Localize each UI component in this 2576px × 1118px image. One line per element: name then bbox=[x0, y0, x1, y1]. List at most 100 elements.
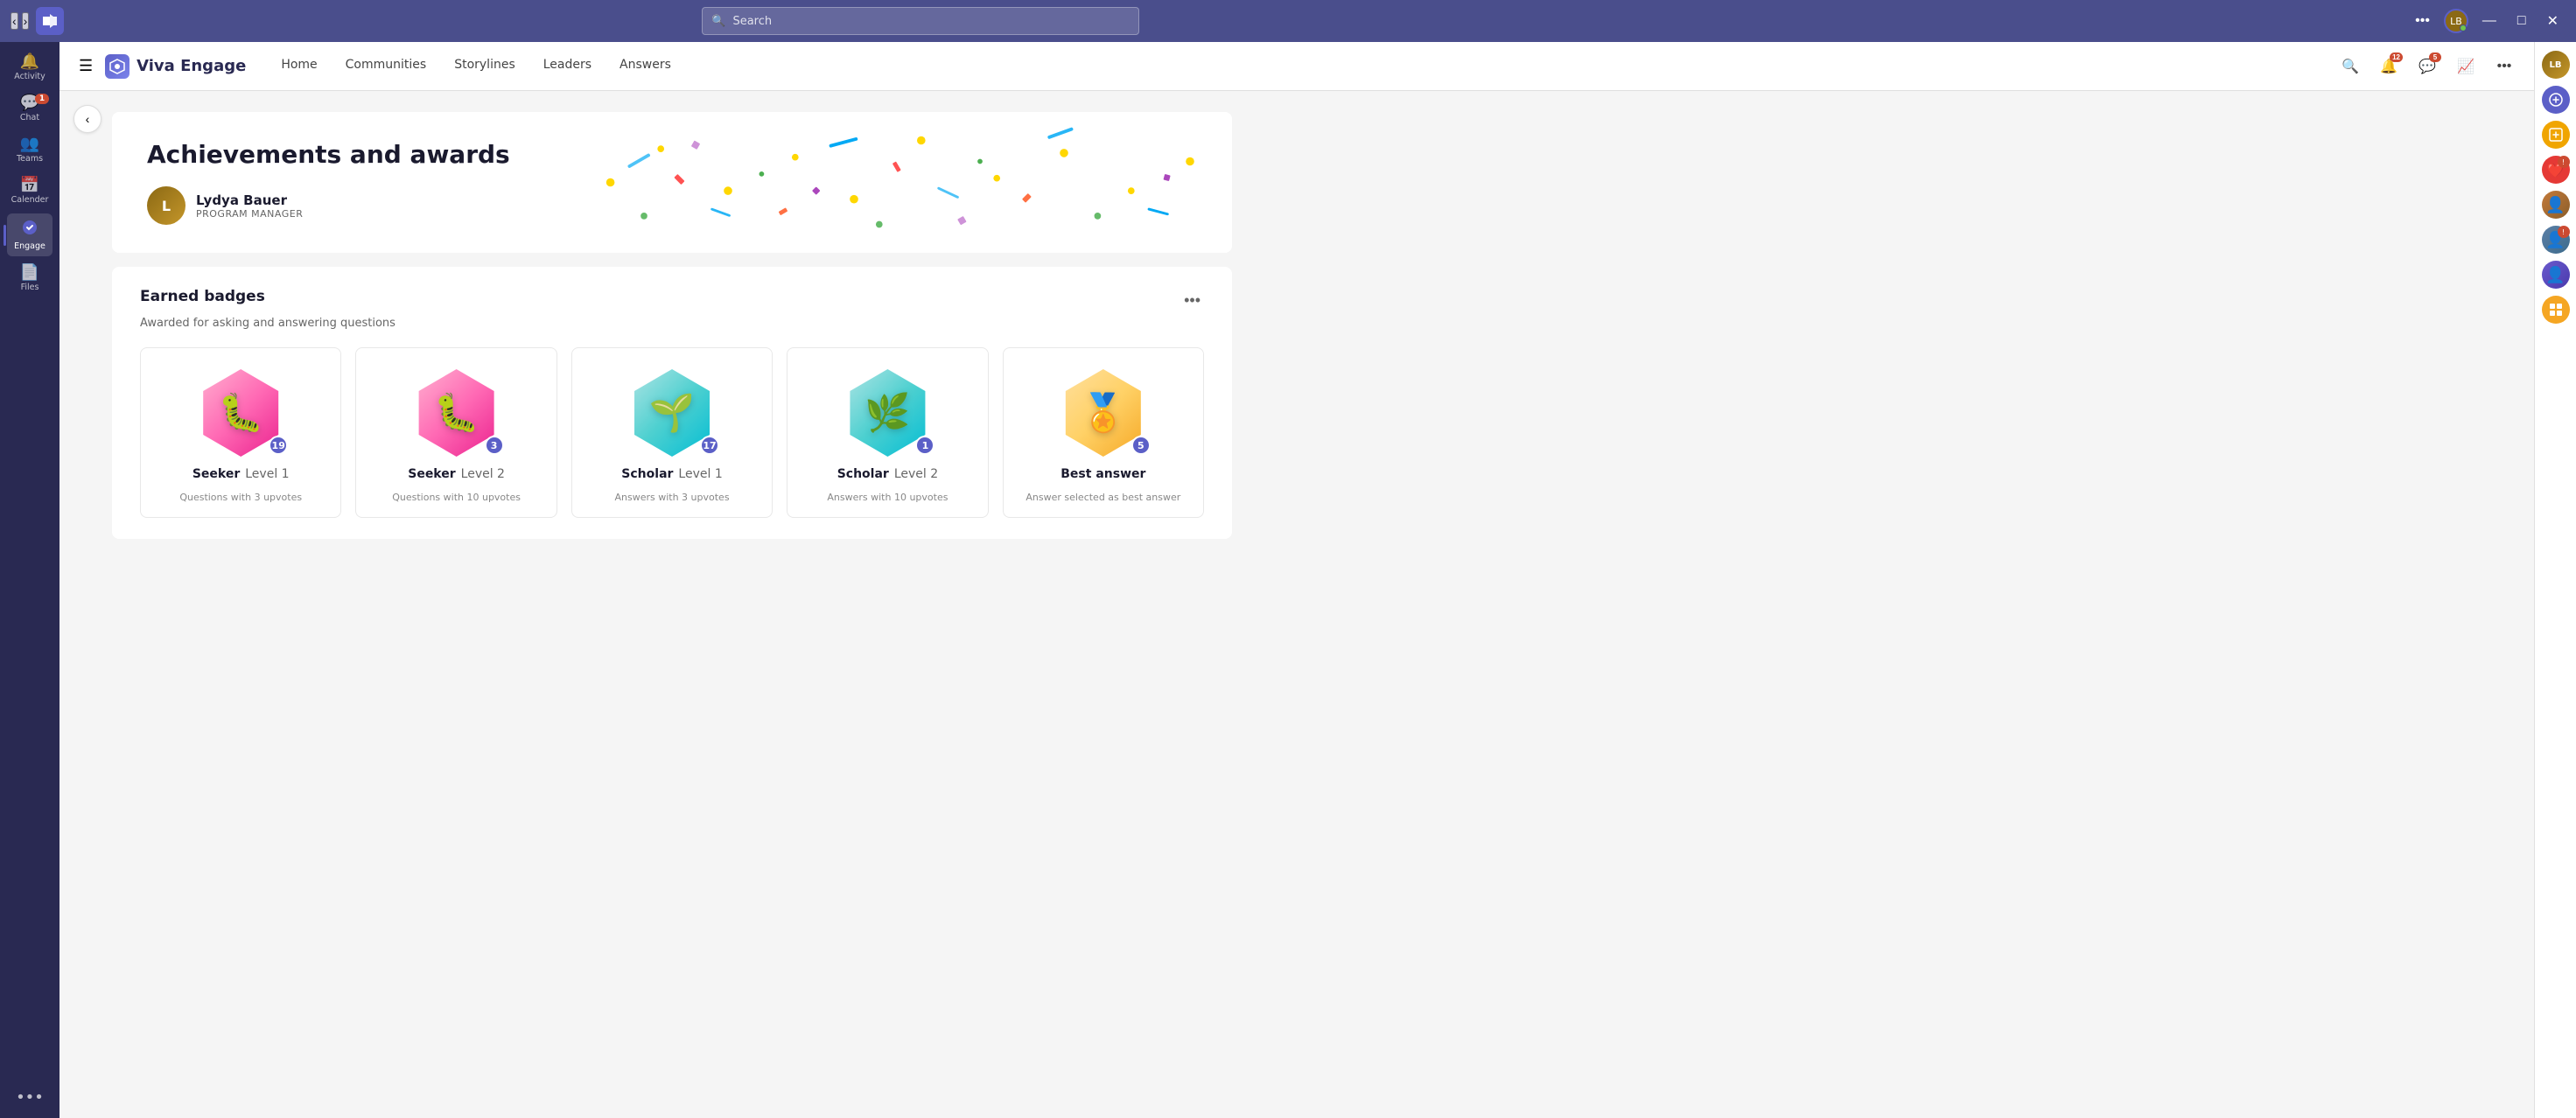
sidebar-more-button[interactable]: ••• bbox=[7, 1085, 52, 1111]
page-title: Achievements and awards bbox=[147, 140, 1197, 169]
badge-level-scholar-l1: Level 1 bbox=[678, 467, 722, 481]
right-panel-user4[interactable]: 👤 bbox=[2540, 259, 2572, 290]
user-info: L Lydya Bauer PROGRAM MANAGER bbox=[147, 186, 1197, 225]
nav-arrows: ‹ › bbox=[10, 12, 29, 30]
engage-hamburger-button[interactable]: ☰ bbox=[74, 52, 98, 80]
badges-more-button[interactable]: ••• bbox=[1180, 288, 1204, 313]
badge-icon-scholar-l2: 🌿 1 bbox=[844, 369, 931, 457]
rp-avatar-2 bbox=[2542, 86, 2570, 114]
user-avatar-titlebar[interactable]: LB bbox=[2444, 9, 2468, 33]
right-panel-user1[interactable]: LB bbox=[2540, 49, 2572, 80]
badge-name-best-answer: Best answer bbox=[1060, 467, 1145, 481]
user-job-title: PROGRAM MANAGER bbox=[196, 208, 303, 220]
badge-icon-seeker-l2: 🐛 3 bbox=[413, 369, 500, 457]
badge-card-scholar-l2: 🌿 1 Scholar Level 2 Answers with 10 upvo… bbox=[787, 347, 988, 518]
engage-notifications-button[interactable]: 🔔 12 bbox=[2373, 51, 2404, 82]
right-panel-user2[interactable]: 👤 bbox=[2540, 189, 2572, 220]
rp-badge-4: ! bbox=[2558, 156, 2570, 168]
right-panel-app1[interactable] bbox=[2540, 84, 2572, 115]
sidebar-item-activity[interactable]: 🔔 Activity bbox=[7, 49, 52, 87]
badge-card-seeker-l2: 🐛 3 Seeker Level 2 Questions with 10 upv… bbox=[355, 347, 556, 518]
badge-card-seeker-l1: 🐛 19 Seeker Level 1 Questions with 3 upv… bbox=[140, 347, 341, 518]
nav-item-communities[interactable]: Communities bbox=[332, 42, 441, 91]
engage-search-button[interactable]: 🔍 bbox=[2334, 51, 2366, 82]
nav-back-button[interactable]: ‹ bbox=[10, 12, 18, 30]
engage-nav: Home Communities Storylines Leaders Answ… bbox=[267, 42, 685, 91]
title-bar-search[interactable]: 🔍 Search bbox=[702, 7, 1139, 35]
engage-more-button[interactable]: ••• bbox=[2488, 51, 2520, 82]
badge-level-seeker-l1: Level 1 bbox=[245, 467, 289, 481]
close-button[interactable]: ✕ bbox=[2540, 9, 2566, 33]
sidebar-item-calendar-label: Calender bbox=[11, 195, 49, 205]
title-bar-controls: ••• LB — □ ✕ bbox=[2408, 9, 2566, 33]
badge-desc-scholar-l2: Answers with 10 upvotes bbox=[827, 492, 948, 503]
user-name: Lydya Bauer bbox=[196, 192, 303, 208]
nav-item-home[interactable]: Home bbox=[267, 42, 331, 91]
badge-name-row-seeker-l1: Seeker Level 1 bbox=[192, 467, 290, 481]
sidebar-item-calendar[interactable]: 📅 Calender bbox=[7, 172, 52, 210]
engage-messages-button[interactable]: 💬 5 bbox=[2412, 51, 2443, 82]
rp-avatar-1: LB bbox=[2542, 51, 2570, 79]
badge-count-scholar-l1: 17 bbox=[700, 436, 719, 455]
engage-icon bbox=[21, 219, 38, 240]
messages-badge: 5 bbox=[2429, 52, 2441, 62]
badge-count-scholar-l2: 1 bbox=[915, 436, 934, 455]
teams-sidebar: 🔔 Activity 💬 Chat 1 👥 Teams 📅 Calender E… bbox=[0, 42, 60, 1118]
nav-item-leaders[interactable]: Leaders bbox=[529, 42, 606, 91]
engage-topnav: ☰ Viva Engage Home Communities Storyline… bbox=[60, 42, 2534, 91]
section-title-area: Earned badges bbox=[140, 288, 265, 305]
rp-avatar-3 bbox=[2542, 121, 2570, 149]
calendar-icon: 📅 bbox=[20, 178, 39, 193]
search-icon: 🔍 bbox=[711, 15, 725, 28]
more-options-button[interactable]: ••• bbox=[2408, 10, 2437, 32]
user-avatar: L bbox=[147, 186, 186, 225]
sidebar-item-files[interactable]: 📄 Files bbox=[7, 260, 52, 297]
section-title: Earned badges bbox=[140, 288, 265, 305]
files-icon: 📄 bbox=[20, 265, 39, 281]
badges-grid: 🐛 19 Seeker Level 1 Questions with 3 upv… bbox=[140, 347, 1204, 518]
teams-icon: 👥 bbox=[20, 136, 39, 152]
badge-level-seeker-l2: Level 2 bbox=[461, 467, 505, 481]
section-header: Earned badges ••• bbox=[140, 288, 1204, 313]
right-panel-app4[interactable] bbox=[2540, 294, 2572, 325]
engage-logo-icon bbox=[105, 54, 130, 79]
badge-count-seeker-l2: 3 bbox=[485, 436, 504, 455]
confetti-svg bbox=[560, 112, 1232, 253]
sidebar-item-teams[interactable]: 👥 Teams bbox=[7, 131, 52, 169]
badges-section: Earned badges ••• Awarded for asking and… bbox=[112, 267, 1232, 539]
nav-item-storylines[interactable]: Storylines bbox=[440, 42, 529, 91]
sidebar-item-teams-label: Teams bbox=[17, 154, 43, 164]
sidebar-item-chat-label: Chat bbox=[20, 113, 39, 122]
app-body: 🔔 Activity 💬 Chat 1 👥 Teams 📅 Calender E… bbox=[0, 42, 2576, 1118]
back-button[interactable]: ‹ bbox=[74, 105, 102, 133]
badge-name-row-best-answer: Best answer bbox=[1060, 467, 1145, 481]
engage-analytics-button[interactable]: 📈 bbox=[2450, 51, 2482, 82]
badge-name-row-scholar-l2: Scholar Level 2 bbox=[837, 467, 938, 481]
sidebar-item-activity-label: Activity bbox=[14, 72, 46, 81]
badge-name-seeker-l1: Seeker bbox=[192, 467, 240, 481]
title-bar: ‹ › 🔍 Search ••• LB — □ ✕ bbox=[0, 0, 2576, 42]
sidebar-bottom: ••• bbox=[7, 1085, 52, 1111]
badge-count-best-answer: 5 bbox=[1131, 436, 1151, 455]
sidebar-item-engage[interactable]: Engage bbox=[7, 213, 52, 256]
badge-count-seeker-l1: 19 bbox=[269, 436, 288, 455]
badge-name-seeker-l2: Seeker bbox=[408, 467, 455, 481]
badge-card-scholar-l1: 🌱 17 Scholar Level 1 Answers with 3 upvo… bbox=[571, 347, 773, 518]
right-panel-app3[interactable]: ❤️ ! bbox=[2540, 154, 2572, 185]
nav-item-answers[interactable]: Answers bbox=[606, 42, 685, 91]
nav-forward-button[interactable]: › bbox=[22, 12, 30, 30]
rp-avatar-7: 👤 bbox=[2542, 261, 2570, 289]
more-icon: ••• bbox=[2497, 59, 2512, 74]
right-panel-app2[interactable] bbox=[2540, 119, 2572, 150]
sidebar-item-chat[interactable]: 💬 Chat 1 bbox=[7, 90, 52, 128]
badge-name-scholar-l2: Scholar bbox=[837, 467, 889, 481]
minimize-button[interactable]: — bbox=[2475, 10, 2503, 32]
maximize-button[interactable]: □ bbox=[2510, 10, 2533, 32]
rp-avatar-8 bbox=[2542, 296, 2570, 324]
search-icon: 🔍 bbox=[2342, 58, 2359, 75]
section-subtitle: Awarded for asking and answering questio… bbox=[140, 317, 1204, 330]
right-panel-user3[interactable]: 👤 ! bbox=[2540, 224, 2572, 255]
rp-avatar-5: 👤 bbox=[2542, 191, 2570, 219]
badge-icon-seeker-l1: 🐛 19 bbox=[197, 369, 284, 457]
engage-logo: Viva Engage bbox=[105, 54, 246, 79]
